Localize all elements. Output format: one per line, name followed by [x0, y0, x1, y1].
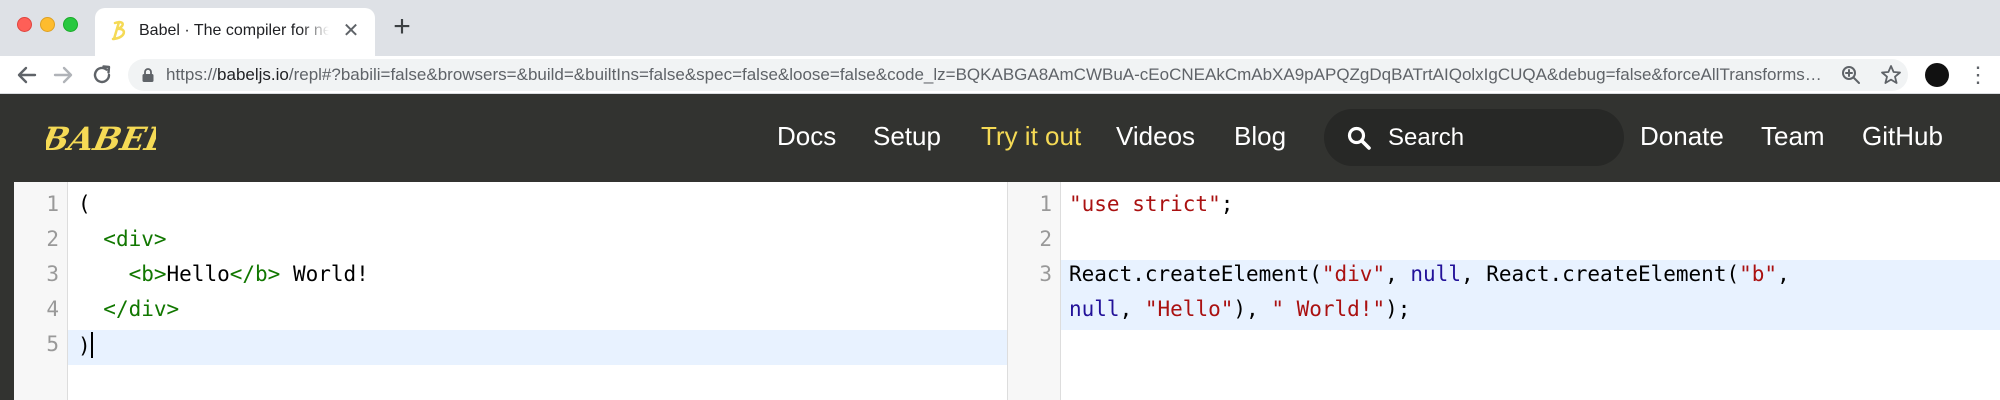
browser-toolbar: https://babeljs.io/repl#?babili=false&br… [0, 56, 2000, 94]
browser-tab[interactable]: Babel · The compiler for next generation… [95, 8, 375, 56]
url-path: /repl#?babili=false&browsers=&build=&bui… [288, 65, 1826, 84]
babel-logo[interactable]: BABEL [46, 112, 156, 162]
browser-tab-strip: Babel · The compiler for next generation… [0, 0, 2000, 56]
code-line: <div> [78, 227, 167, 251]
code-token: </div> [103, 297, 180, 321]
code-token: <b> [128, 262, 167, 286]
line-number: 1 [1039, 192, 1052, 216]
code-token: World! [280, 262, 369, 286]
nav-docs[interactable]: Docs [777, 121, 836, 152]
code-line: React.createElement("div", null, React.c… [1069, 262, 1790, 286]
url-host: babeljs.io [217, 65, 289, 84]
code-token: ( [78, 192, 91, 216]
code-token: , [1119, 297, 1145, 321]
code-token: " World!" [1271, 297, 1386, 321]
output-editor[interactable]: 1 2 3 "use strict"; React.createElement(… [1007, 182, 2000, 400]
code-token: , React.createElement( [1460, 262, 1740, 286]
nav-blog[interactable]: Blog [1234, 121, 1286, 152]
profile-avatar[interactable] [1925, 63, 1949, 87]
code-token: </b> [229, 262, 281, 286]
reload-icon[interactable] [89, 62, 115, 88]
line-number: 1 [46, 192, 59, 216]
nav-donate[interactable]: Donate [1640, 121, 1724, 152]
code-token: , [1385, 262, 1411, 286]
forward-arrow-icon[interactable] [50, 62, 76, 88]
code-line: </div> [78, 297, 179, 321]
code-token: null [1410, 262, 1461, 286]
nav-team[interactable]: Team [1761, 121, 1825, 152]
window-minimize-button[interactable] [40, 17, 55, 32]
line-number: 5 [46, 332, 59, 356]
code-line: "use strict"; [1069, 192, 1233, 216]
nav-setup[interactable]: Setup [873, 121, 941, 152]
editor-left-edge [0, 182, 14, 400]
code-token: , [1777, 262, 1790, 286]
code-token: <div> [103, 227, 167, 251]
line-number: 3 [46, 262, 59, 286]
active-line-highlight [68, 330, 1007, 365]
code-line: <b>Hello</b> World! [78, 262, 369, 286]
line-number: 2 [46, 227, 59, 251]
search-input[interactable] [1388, 122, 1608, 154]
code-line: null, "Hello"), " World!"); [1069, 297, 1410, 321]
lock-icon [142, 68, 154, 82]
nav-try-it-out[interactable]: Try it out [981, 121, 1081, 152]
code-line: ( [78, 192, 91, 216]
line-number: 3 [1039, 262, 1052, 286]
nav-videos[interactable]: Videos [1116, 121, 1195, 152]
browser-menu-icon[interactable]: ⋮ [1966, 60, 1990, 90]
search-box[interactable] [1324, 109, 1624, 166]
pane-divider [1007, 182, 1008, 400]
tab-title: Babel · The compiler for next generation… [139, 22, 329, 39]
code-token: ) [78, 334, 91, 358]
code-token: null [1069, 297, 1120, 321]
babel-favicon-icon [111, 20, 126, 41]
line-number: 4 [46, 297, 59, 321]
url-text[interactable]: https://babeljs.io/repl#?babili=false&br… [166, 65, 1826, 85]
zoom-icon[interactable] [1840, 64, 1862, 86]
code-token: ), [1233, 297, 1272, 321]
code-line: ) [78, 332, 93, 358]
code-token: ; [1220, 192, 1234, 216]
text-cursor [90, 332, 93, 358]
new-tab-icon[interactable]: + [388, 12, 416, 42]
svg-text:BABEL: BABEL [46, 120, 156, 158]
window-close-button[interactable] [17, 17, 32, 32]
code-token: Hello [166, 262, 230, 286]
address-bar[interactable]: https://babeljs.io/repl#?babili=false&br… [128, 59, 1908, 91]
input-line-gutter: 1 2 3 4 5 [14, 182, 68, 400]
code-token: "use strict" [1069, 192, 1221, 216]
search-icon [1347, 126, 1371, 150]
output-line-gutter: 1 2 3 [1007, 182, 1061, 400]
url-scheme: https:// [166, 65, 218, 84]
line-number: 2 [1039, 227, 1052, 251]
nav-github[interactable]: GitHub [1862, 121, 1943, 152]
bookmark-star-icon[interactable] [1880, 64, 1902, 86]
input-editor[interactable]: 1 2 3 4 5 ( <div> <b>Hello</b> World! </… [0, 182, 1007, 400]
back-arrow-icon[interactable] [14, 62, 40, 88]
window-zoom-button[interactable] [63, 17, 78, 32]
tab-close-icon[interactable]: ✕ [340, 20, 362, 42]
code-token: React.createElement( [1069, 262, 1322, 286]
code-token: "Hello" [1144, 297, 1234, 321]
site-header: BABEL Docs Setup Try it out Videos Blog … [0, 94, 2000, 182]
code-token: ); [1385, 297, 1411, 321]
code-token: "div" [1321, 262, 1386, 286]
code-token: "b" [1739, 262, 1778, 286]
